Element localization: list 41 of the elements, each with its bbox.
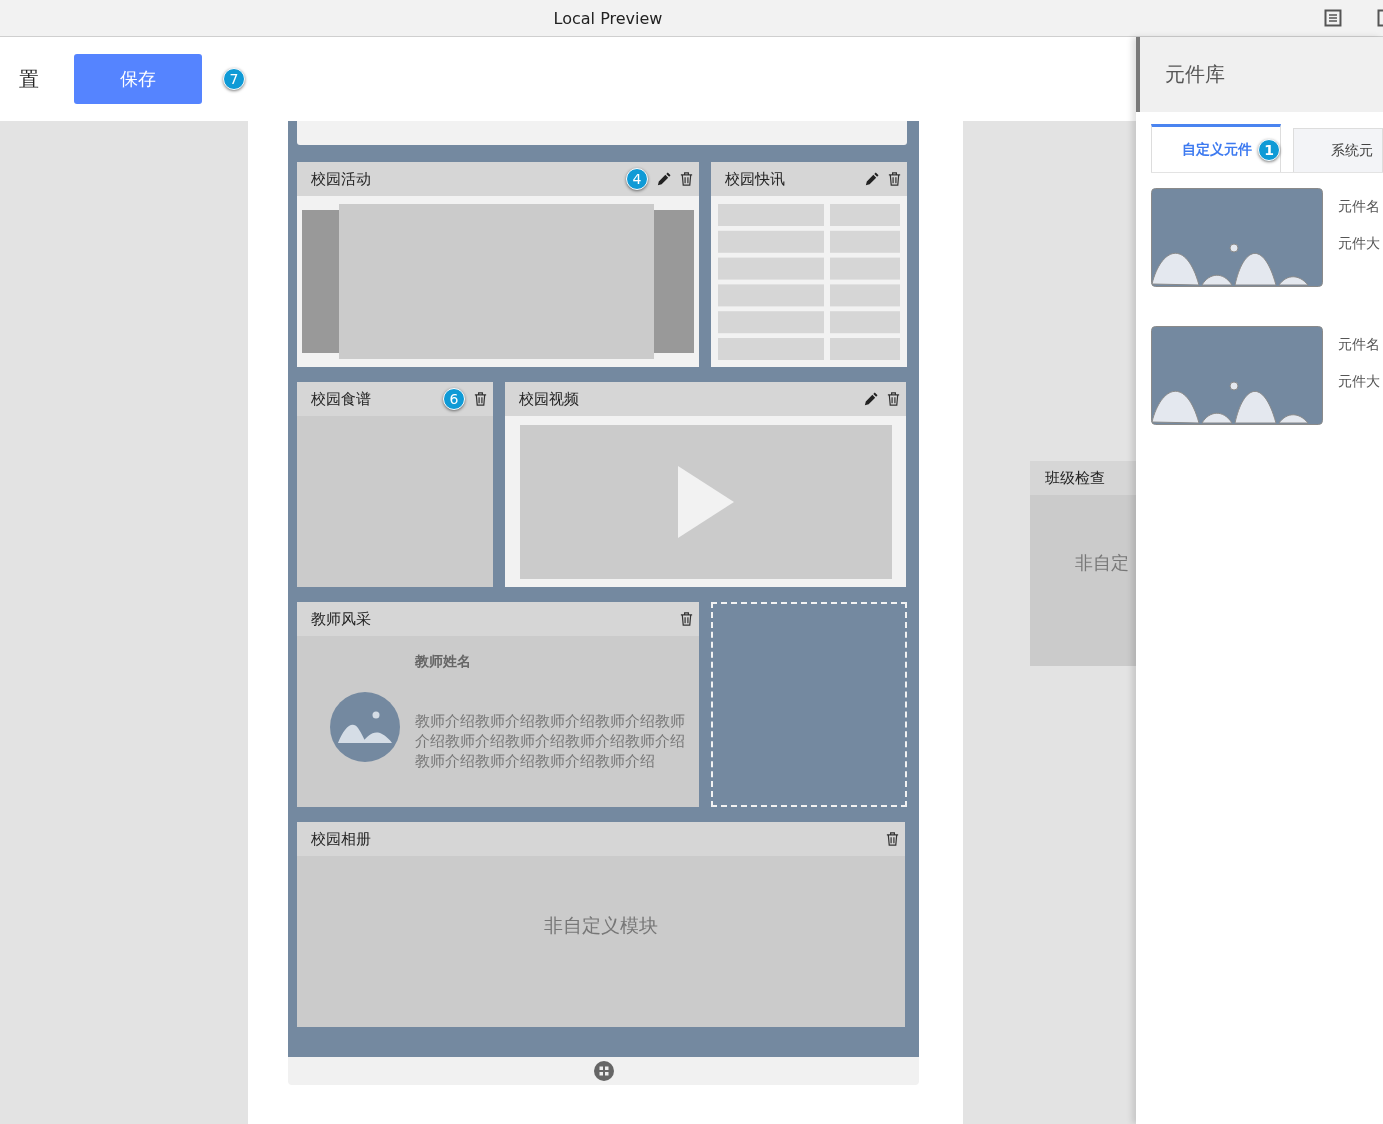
module-title: 校园相册 — [311, 829, 371, 849]
step-badge: 6 — [443, 388, 465, 410]
settings-label: 置 — [19, 65, 40, 93]
thumbnail-drawing[interactable] — [1151, 326, 1323, 425]
step-badge: 4 — [626, 168, 648, 190]
module-title: 校园快讯 — [725, 169, 785, 189]
drag-handle-icon[interactable] — [593, 1061, 614, 1081]
library-tab[interactable]: 自定义元件 1 — [1151, 124, 1281, 172]
document-icon[interactable] — [1324, 9, 1342, 27]
avatar-icon — [330, 692, 400, 762]
module-title: 教师风采 — [311, 609, 371, 629]
edit-icon[interactable] — [656, 171, 671, 187]
library-tab[interactable]: 系统元 — [1293, 128, 1383, 172]
step-badge: 7 — [223, 68, 245, 90]
component-size: 元件大 — [1338, 235, 1380, 253]
delete-icon[interactable] — [885, 831, 900, 847]
drop-zone[interactable] — [711, 602, 907, 807]
edit-icon[interactable] — [864, 171, 879, 187]
thumbnail-drawing[interactable] — [1151, 188, 1323, 287]
window-icon[interactable] — [1377, 9, 1383, 27]
delete-icon[interactable] — [473, 391, 488, 407]
component-name: 元件名 — [1338, 198, 1380, 216]
delete-icon[interactable] — [679, 611, 694, 627]
component-size: 元件大 — [1338, 373, 1380, 391]
module-card[interactable]: 班级检查 非自定 — [1030, 461, 1136, 666]
module-title: 校园食谱 — [311, 389, 371, 409]
module-title: 校园活动 — [311, 169, 371, 189]
teacher-intro: 教师介绍教师介绍教师介绍教师介绍教师介绍教师介绍教师介绍教师介绍教师介绍教师介绍教师介绍教师介绍教师介绍 — [415, 712, 686, 771]
window-title: Local Preview — [553, 8, 663, 28]
module-title: 班级检查 — [1045, 468, 1105, 488]
module-note: 非自定义模块 — [544, 912, 658, 938]
panel-title: 元件库 — [1165, 61, 1225, 88]
delete-icon[interactable] — [887, 171, 902, 187]
delete-icon[interactable] — [679, 171, 694, 187]
delete-icon[interactable] — [886, 391, 901, 407]
module-title: 校园视频 — [519, 389, 579, 409]
teacher-name: 教师姓名 — [415, 653, 472, 671]
step-badge: 1 — [1258, 138, 1280, 161]
component-name: 元件名 — [1338, 336, 1380, 354]
module-note: 非自定 — [1075, 552, 1129, 573]
edit-icon[interactable] — [863, 391, 878, 407]
